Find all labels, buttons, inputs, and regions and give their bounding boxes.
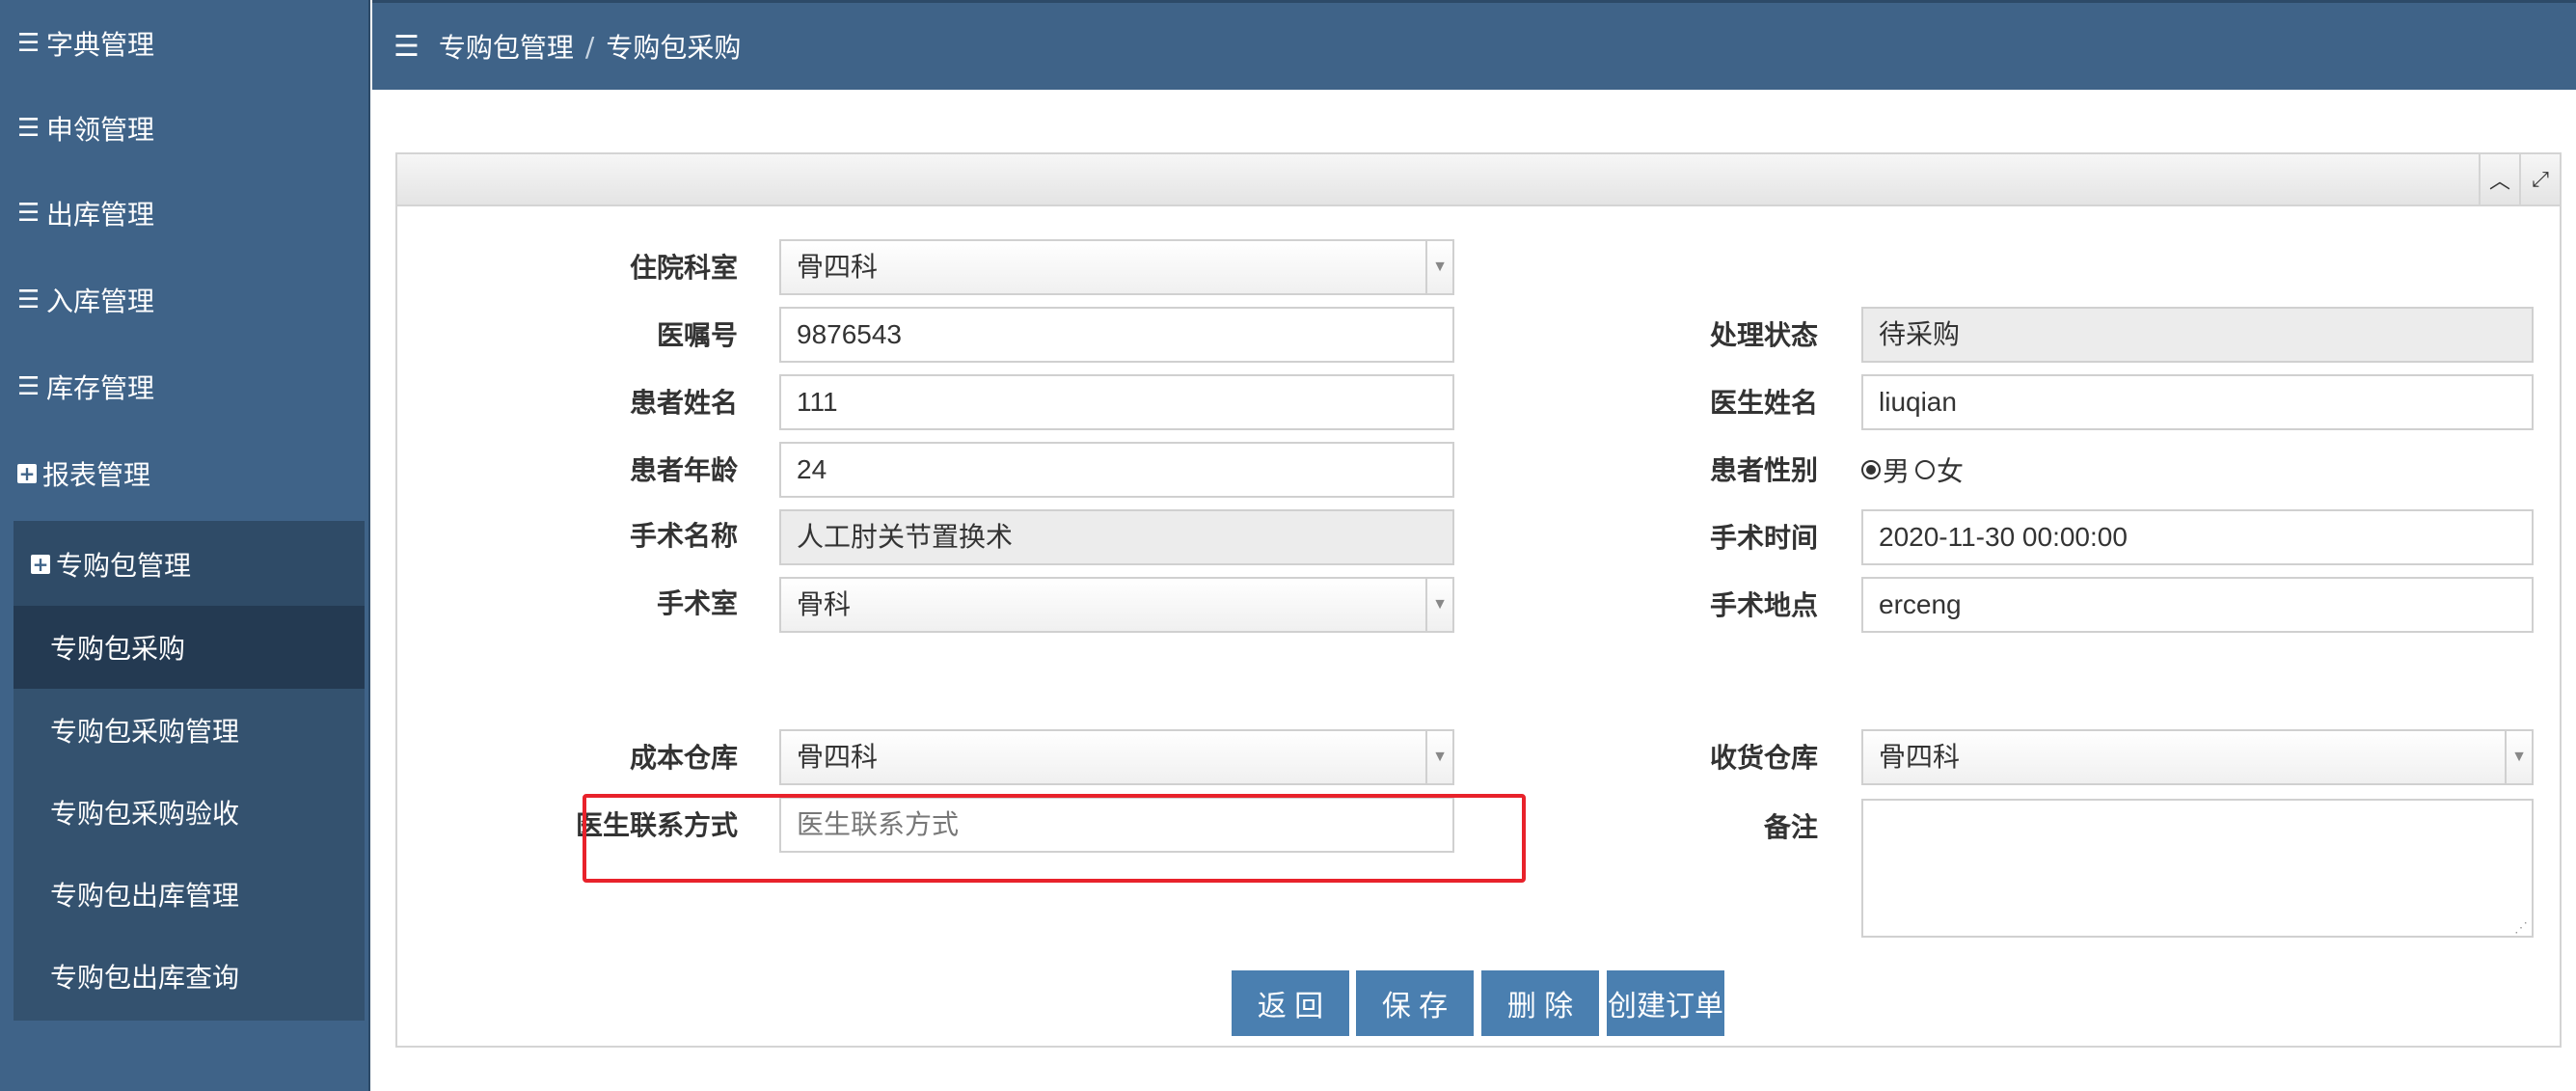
doctor-contact-label: 医生联系方式	[575, 809, 738, 841]
record-no-label: 医嘱号	[656, 319, 738, 351]
dept-value: 骨四科	[797, 252, 879, 282]
sidebar-item-inventory[interactable]: ☰ 库存管理	[0, 343, 370, 430]
status-label: 处理状态	[1709, 319, 1818, 351]
submenu-item-label: 专购包采购验收	[50, 798, 240, 830]
sidebar-item-outbound[interactable]: ☰ 出库管理	[0, 170, 370, 257]
surgery-location-label: 手术地点	[1709, 589, 1818, 621]
sidebar-item-label: 字典管理	[46, 29, 155, 61]
chevron-down-icon: ▼	[2505, 731, 2532, 783]
sidebar-item-dictionary[interactable]: ☰ 字典管理	[0, 0, 370, 87]
sidebar-item-label: 专购包管理	[56, 550, 192, 582]
surgery-time-field[interactable]: 2020-11-30 00:00:00	[1861, 509, 2534, 565]
collapse-icon[interactable]: ︿	[2479, 154, 2519, 205]
sidebar-item-reports[interactable]: + 报表管理	[0, 430, 370, 517]
list-icon: ☰	[17, 286, 41, 314]
sidebar-item-label: 报表管理	[42, 459, 151, 491]
save-button[interactable]: 保 存	[1356, 970, 1474, 1036]
submenu-item-label: 专购包采购管理	[50, 716, 240, 748]
chevron-down-icon: ▼	[1425, 241, 1452, 293]
fullscreen-icon[interactable]: ⤢	[2519, 154, 2560, 205]
list-icon: ☰	[17, 29, 41, 58]
sidebar-item-label: 入库管理	[46, 286, 155, 317]
remarks-textarea[interactable]: ⋰	[1861, 799, 2534, 938]
remarks-label: 备注	[1763, 811, 1818, 843]
dept-label: 住院科室	[629, 252, 738, 284]
list-icon: ☰	[17, 372, 41, 401]
gender-radio-group: 男 女	[1861, 446, 1964, 494]
operating-room-select[interactable]: 骨科 ▼	[779, 577, 1454, 633]
breadcrumb-parent[interactable]: 专购包管理	[439, 27, 574, 66]
sidebar-item-special-package[interactable]: + 专购包管理	[14, 521, 365, 608]
surgery-name-label: 手术名称	[629, 520, 738, 552]
doctor-contact-field[interactable]: 医生联系方式	[779, 797, 1454, 853]
sidebar-item-label: 出库管理	[46, 199, 155, 231]
record-no-field[interactable]: 9876543	[779, 307, 1454, 363]
surgery-name-field: 人工肘关节置换术	[779, 509, 1454, 565]
gender-female-label: 女	[1937, 455, 1965, 487]
back-button[interactable]: 返 回	[1232, 970, 1349, 1036]
surgery-time-label: 手术时间	[1709, 522, 1818, 554]
dept-select[interactable]: 骨四科 ▼	[779, 239, 1454, 295]
gender-male-radio[interactable]	[1861, 460, 1881, 479]
patient-age-field[interactable]: 24	[779, 442, 1454, 498]
submenu-item-purchase[interactable]: 专购包采购	[14, 606, 365, 689]
gender-male-label: 男	[1883, 455, 1911, 487]
patient-name-field[interactable]: 111	[779, 374, 1454, 430]
patient-age-label: 患者年龄	[629, 454, 738, 486]
doctor-name-label: 医生姓名	[1709, 387, 1818, 419]
resize-handle-icon[interactable]: ⋰	[2514, 920, 2528, 934]
chevron-down-icon: ▼	[1425, 579, 1452, 631]
create-order-button[interactable]: 创建订单	[1607, 970, 1724, 1036]
breadcrumb: ☰ 专购包管理 / 专购包采购	[372, 0, 2576, 90]
sidebar-item-inbound[interactable]: ☰ 入库管理	[0, 257, 370, 343]
operating-room-label: 手术室	[656, 587, 738, 619]
patient-name-label: 患者姓名	[629, 387, 738, 419]
operating-room-value: 骨科	[797, 589, 852, 619]
submenu-item-outbound-query[interactable]: 专购包出库查询	[14, 935, 365, 1018]
breadcrumb-current: 专购包采购	[606, 32, 742, 64]
plus-square-icon: +	[31, 553, 50, 576]
breadcrumb-separator: /	[584, 30, 595, 63]
submenu-item-purchase-acceptance[interactable]: 专购包采购验收	[14, 771, 365, 854]
receiving-warehouse-select[interactable]: 骨四科 ▼	[1861, 729, 2534, 785]
sidebar-item-label: 申领管理	[46, 114, 155, 146]
doctor-name-field[interactable]: liuqian	[1861, 374, 2534, 430]
submenu-item-label: 专购包采购	[50, 633, 186, 665]
receiving-warehouse-label: 收货仓库	[1709, 742, 1818, 774]
plus-square-icon: +	[17, 462, 37, 485]
sidebar-item-requisition[interactable]: ☰ 申领管理	[0, 85, 370, 172]
chevron-down-icon: ▼	[1425, 731, 1452, 783]
receiving-warehouse-value: 骨四科	[1879, 742, 1961, 772]
list-icon: ☰	[17, 114, 41, 143]
panel-header: ︿ ⤢	[397, 154, 2560, 206]
submenu-item-label: 专购包出库管理	[50, 880, 240, 912]
menu-toggle-icon[interactable]: ☰	[393, 30, 420, 64]
submenu-item-label: 专购包出库查询	[50, 962, 240, 994]
cost-warehouse-label: 成本仓库	[629, 742, 738, 774]
submenu-item-purchase-management[interactable]: 专购包采购管理	[14, 689, 365, 772]
cost-warehouse-value: 骨四科	[797, 742, 879, 772]
sidebar-item-label: 库存管理	[46, 372, 155, 404]
cost-warehouse-select[interactable]: 骨四科 ▼	[779, 729, 1454, 785]
status-field: 待采购	[1861, 307, 2534, 363]
panel-tools: ︿ ⤢	[2479, 154, 2560, 205]
list-icon: ☰	[17, 199, 41, 228]
surgery-location-field[interactable]: erceng	[1861, 577, 2534, 633]
submenu-item-outbound-management[interactable]: 专购包出库管理	[14, 853, 365, 936]
sidebar: ☰ 字典管理 ☰ 申领管理 ☰ 出库管理 ☰ 入库管理 ☰ 库存管理 + 报表管…	[0, 0, 370, 1091]
gender-female-radio[interactable]	[1915, 460, 1936, 479]
delete-button[interactable]: 删 除	[1481, 970, 1599, 1036]
patient-gender-label: 患者性别	[1709, 454, 1818, 486]
